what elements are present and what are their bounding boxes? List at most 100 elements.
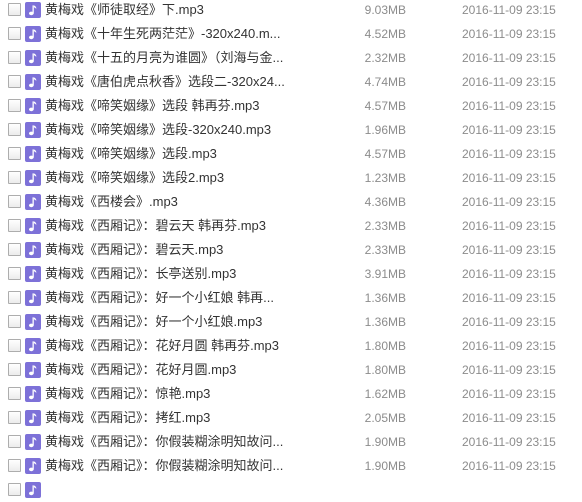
music-note-icon: [25, 482, 41, 498]
file-size: 1.96MB: [364, 123, 406, 137]
music-note-icon: [25, 338, 41, 354]
file-name[interactable]: 黄梅戏《西厢记》：好一个小红娘.mp3: [45, 310, 337, 334]
file-name[interactable]: 黄梅戏《西厢记》：惊艳.mp3: [45, 382, 337, 406]
file-date: 2016-11-09 23:15: [462, 123, 556, 137]
file-size: 2.32MB: [364, 51, 406, 65]
file-size: 4.57MB: [364, 147, 406, 161]
select-checkbox[interactable]: [8, 315, 21, 328]
file-name[interactable]: 黄梅戏《唐伯虎点秋香》选段二-320x24...: [45, 70, 337, 94]
file-name[interactable]: 黄梅戏《西厢记》：碧云天.mp3: [45, 238, 337, 262]
music-note-icon: [25, 242, 41, 258]
music-note-icon: [25, 146, 41, 162]
file-name[interactable]: 黄梅戏《西厢记》：拷红.mp3: [45, 406, 337, 430]
file-name[interactable]: 黄梅戏《西厢记》：你假装糊涂明知故问...: [45, 454, 337, 478]
file-name[interactable]: 黄梅戏《啼笑姻缘》选段 韩再芬.mp3: [45, 94, 337, 118]
file-row[interactable]: 黄梅戏《唐伯虎点秋香》选段二-320x24... 4.74MB 2016-11-09…: [0, 70, 582, 94]
file-date: 2016-11-09 23:15: [462, 387, 556, 401]
select-checkbox[interactable]: [8, 123, 21, 136]
select-checkbox[interactable]: [8, 219, 21, 232]
select-checkbox[interactable]: [8, 99, 21, 112]
select-checkbox[interactable]: [8, 387, 21, 400]
select-checkbox[interactable]: [8, 195, 21, 208]
file-name[interactable]: 黄梅戏《西楼会》.mp3: [45, 190, 337, 214]
file-date: 2016-11-09 23:15: [462, 267, 556, 281]
file-size: 4.57MB: [364, 99, 406, 113]
file-size: 2.05MB: [364, 411, 406, 425]
file-name[interactable]: 黄梅戏《十五的月亮为谁圆》（刘海与金...: [45, 46, 337, 70]
select-checkbox[interactable]: [8, 171, 21, 184]
file-date: 2016-11-09 23:15: [462, 243, 556, 257]
file-row[interactable]: 黄梅戏《西厢记》：长亭送别.mp3 3.91MB 2016-11-09 23:15: [0, 262, 582, 286]
file-row[interactable]: 黄梅戏《师徒取经》下.mp3 9.03MB 2016-11-09 23:15: [0, 0, 582, 22]
file-date: 2016-11-09 23:15: [462, 315, 556, 329]
file-row[interactable]: 黄梅戏《西厢记》：碧云天 韩再芬.mp3 2.33MB 2016-11-09 23:…: [0, 214, 582, 238]
select-checkbox[interactable]: [8, 291, 21, 304]
file-row[interactable]: 黄梅戏《西厢记》：花好月圆 韩再芬.mp3 1.80MB 2016-11-09 23…: [0, 334, 582, 358]
file-row[interactable]: 黄梅戏《西厢记》：你假装糊涂明知故问... 1.90MB 2016-11-09 23…: [0, 454, 582, 478]
file-date: 2016-11-09 23:15: [462, 363, 556, 377]
file-date: 2016-11-09 23:15: [462, 147, 556, 161]
file-date: 2016-11-09 23:15: [462, 51, 556, 65]
file-row[interactable]: 黄梅戏《西厢记》：花好月圆.mp3 1.80MB 2016-11-09 23:15: [0, 358, 582, 382]
file-size: 2.33MB: [364, 219, 406, 233]
select-checkbox[interactable]: [8, 27, 21, 40]
file-row[interactable]: 黄梅戏《十五的月亮为谁圆》（刘海与金... 2.32MB 2016-11-09 23…: [0, 46, 582, 70]
file-date: 2016-11-09 23:15: [462, 171, 556, 185]
file-name[interactable]: 黄梅戏《西厢记》：你假装糊涂明知故问...: [45, 430, 337, 454]
file-name[interactable]: 黄梅戏《啼笑姻缘》选段.mp3: [45, 142, 337, 166]
file-row[interactable]: 黄梅戏《啼笑姻缘》选段2.mp3 1.23MB 2016-11-09 23:15: [0, 166, 582, 190]
select-checkbox[interactable]: [8, 3, 21, 16]
file-row[interactable]: 黄梅戏《西厢记》：好一个小红娘.mp3 1.36MB 2016-11-09 23:1…: [0, 310, 582, 334]
file-row[interactable]: 黄梅戏《西楼会》.mp3 4.36MB 2016-11-09 23:15: [0, 190, 582, 214]
file-row[interactable]: 黄梅戏《啼笑姻缘》选段.mp3 4.57MB 2016-11-09 23:15: [0, 142, 582, 166]
music-note-icon: [25, 386, 41, 402]
file-date: 2016-11-09 23:15: [462, 435, 556, 449]
file-size: 1.80MB: [364, 363, 406, 377]
file-name[interactable]: 黄梅戏《西厢记》：碧云天 韩再芬.mp3: [45, 214, 337, 238]
music-note-icon: [25, 170, 41, 186]
file-size: 2.33MB: [364, 243, 406, 257]
music-note-icon: [25, 122, 41, 138]
select-checkbox[interactable]: [8, 243, 21, 256]
file-name[interactable]: 黄梅戏《西厢记》：好一个小红娘 韩再...: [45, 286, 337, 310]
file-name[interactable]: 黄梅戏《十年生死两茫茫》-320x240.m...: [45, 22, 337, 46]
music-note-icon: [25, 26, 41, 42]
file-size: 1.23MB: [364, 171, 406, 185]
select-checkbox[interactable]: [8, 51, 21, 64]
select-checkbox[interactable]: [8, 363, 21, 376]
file-date: 2016-11-09 23:15: [462, 411, 556, 425]
file-date: 2016-11-09 23:15: [462, 3, 556, 17]
file-row[interactable]: 黄梅戏《西厢记》：好一个小红娘 韩再... 1.36MB 2016-11-09 23…: [0, 286, 582, 310]
file-date: 2016-11-09 23:15: [462, 27, 556, 41]
music-note-icon: [25, 266, 41, 282]
select-checkbox[interactable]: [8, 339, 21, 352]
file-size: 1.36MB: [364, 291, 406, 305]
file-size: 4.36MB: [364, 195, 406, 209]
select-checkbox[interactable]: [8, 435, 21, 448]
file-name[interactable]: 黄梅戏《西厢记》：花好月圆 韩再芬.mp3: [45, 334, 337, 358]
music-note-icon: [25, 2, 41, 18]
select-checkbox[interactable]: [8, 147, 21, 160]
file-name[interactable]: 黄梅戏《啼笑姻缘》选段2.mp3: [45, 166, 337, 190]
file-row[interactable]: 黄梅戏《西厢记》：你假装糊涂明知故问... 1.90MB 2016-11-09 23…: [0, 430, 582, 454]
file-row[interactable]: 黄梅戏《十年生死两茫茫》-320x240.m... 4.52MB 2016-11-0…: [0, 22, 582, 46]
file-row[interactable]: 黄梅戏《西厢记》：碧云天.mp3 2.33MB 2016-11-09 23:15: [0, 238, 582, 262]
select-checkbox[interactable]: [8, 75, 21, 88]
file-date: 2016-11-09 23:15: [462, 291, 556, 305]
file-row[interactable]: 黄梅戏《西厢记》：拷红.mp3 2.05MB 2016-11-09 23:15: [0, 406, 582, 430]
file-size: 1.62MB: [364, 387, 406, 401]
select-checkbox[interactable]: [8, 459, 21, 472]
music-note-icon: [25, 410, 41, 426]
select-checkbox[interactable]: [8, 267, 21, 280]
file-row[interactable]: 黄梅戏《啼笑姻缘》选段-320x240.mp3 1.96MB 2016-11-09 …: [0, 118, 582, 142]
file-name[interactable]: 黄梅戏《啼笑姻缘》选段-320x240.mp3: [45, 118, 337, 142]
file-name[interactable]: 黄梅戏《西厢记》：长亭送别.mp3: [45, 262, 337, 286]
file-row[interactable]: 黄梅戏《西厢记》：惊艳.mp3 1.62MB 2016-11-09 23:15: [0, 382, 582, 406]
file-row[interactable]: 黄梅戏《啼笑姻缘》选段 韩再芬.mp3 4.57MB 2016-11-09 23:1…: [0, 94, 582, 118]
music-note-icon: [25, 434, 41, 450]
select-checkbox[interactable]: [8, 411, 21, 424]
file-name[interactable]: 黄梅戏《西厢记》：花好月圆.mp3: [45, 358, 337, 382]
file-row-partial[interactable]: [0, 478, 582, 502]
file-date: 2016-11-09 23:15: [462, 459, 556, 473]
file-name[interactable]: 黄梅戏《师徒取经》下.mp3: [45, 0, 337, 22]
